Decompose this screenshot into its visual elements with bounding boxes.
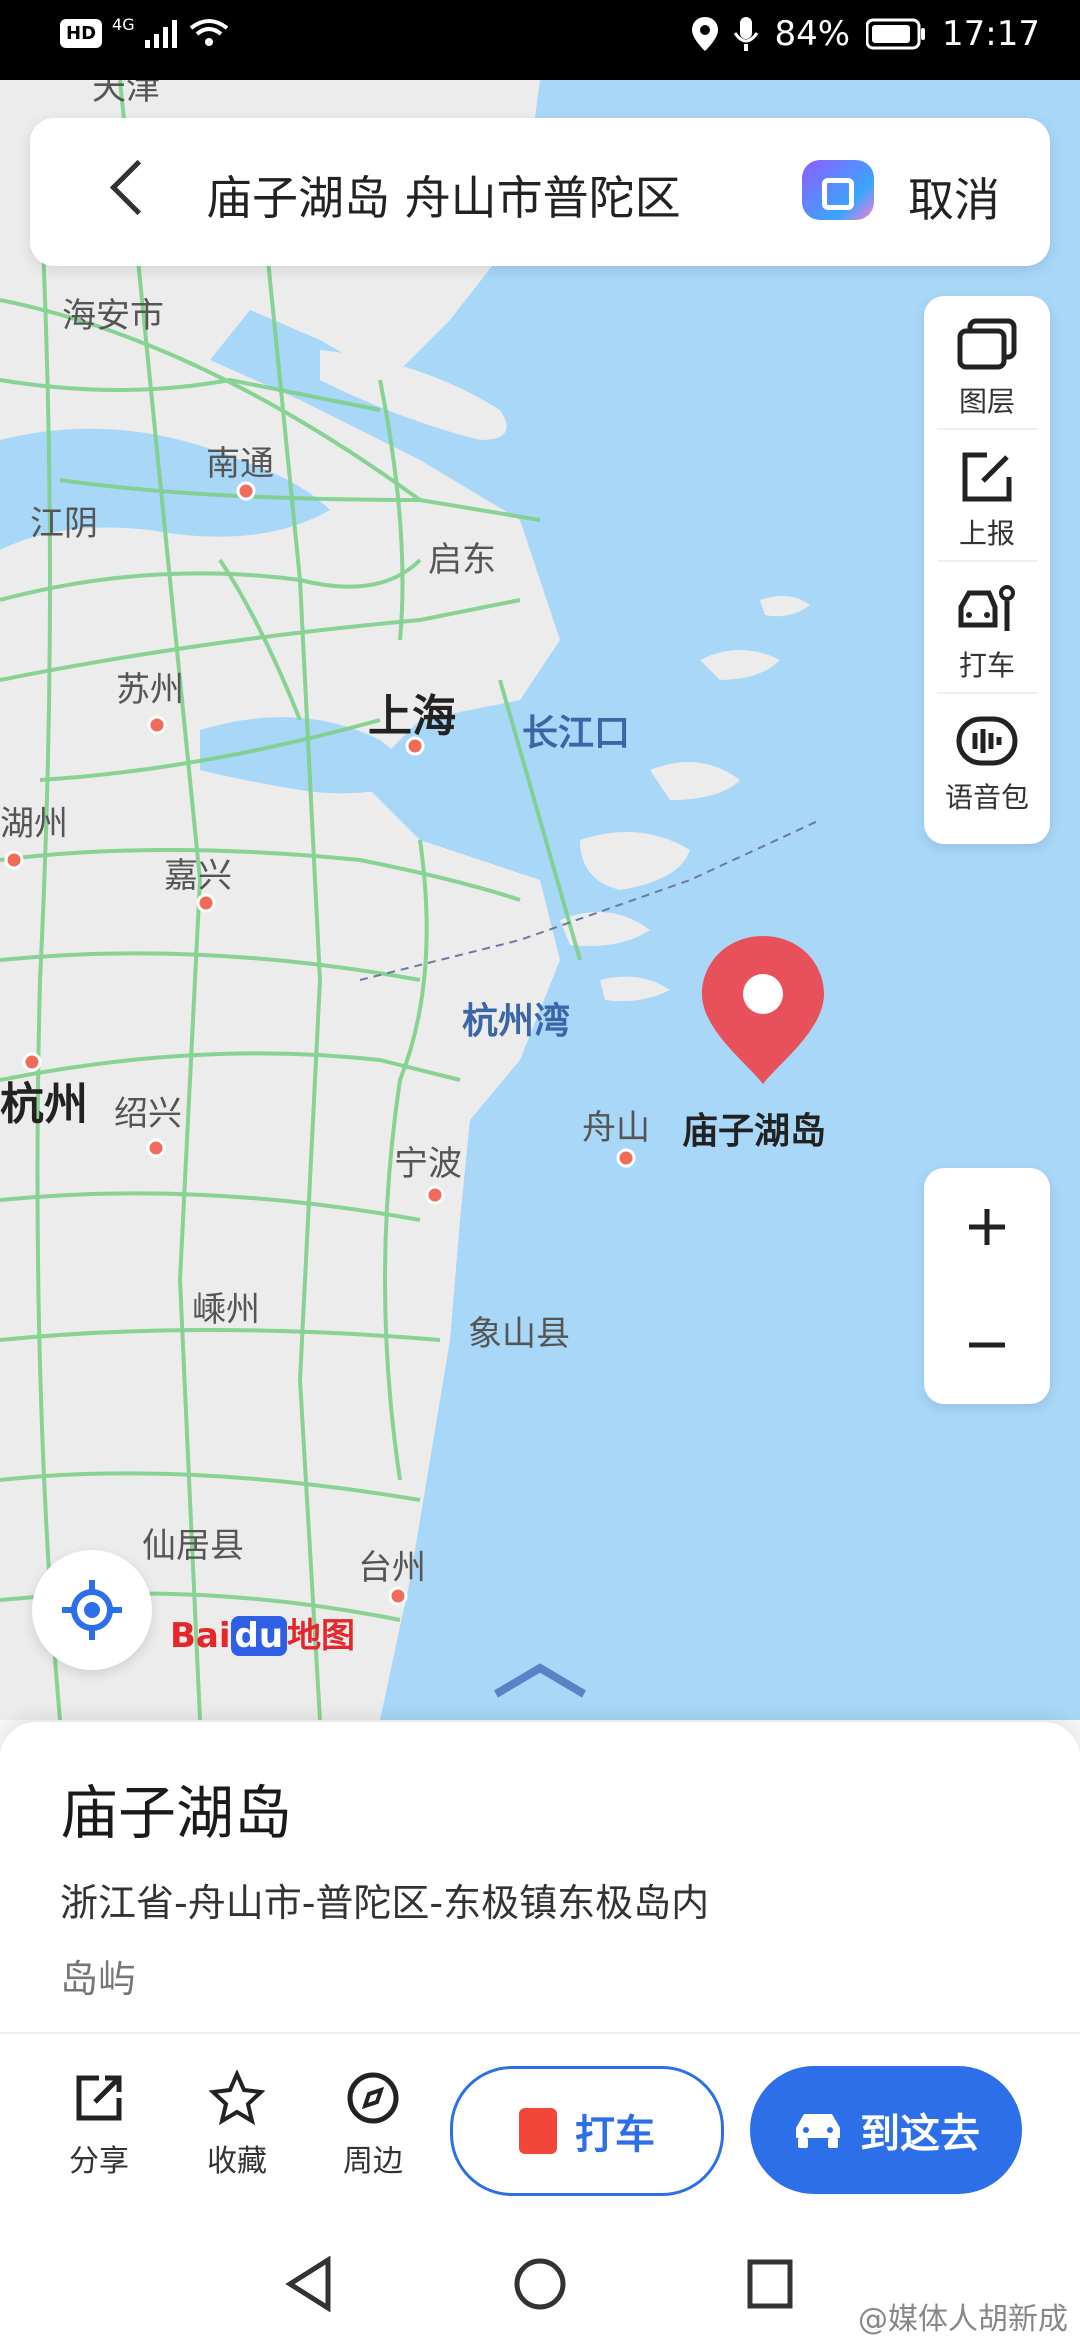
taxi-button-label: 打车 bbox=[575, 2112, 655, 2158]
logo-bai: Bai bbox=[170, 1616, 231, 1656]
place-name: 庙子湖岛 bbox=[60, 1779, 293, 1847]
star-icon bbox=[208, 2069, 266, 2126]
tool-divider bbox=[937, 560, 1037, 562]
car-icon bbox=[796, 2114, 840, 2148]
label-nantong: 南通 bbox=[206, 444, 274, 484]
place-address: 浙江省-舟山市-普陀区-东极镇东极岛内 bbox=[60, 1881, 710, 1925]
search-bar: 庙子湖岛 舟山市普陀区 取消 bbox=[30, 118, 1050, 266]
share-icon bbox=[76, 2075, 122, 2121]
place-detail-sheet[interactable]: 庙子湖岛 浙江省-舟山市-普陀区-东极镇东极岛内 岛屿 bbox=[0, 1722, 1080, 2032]
red-envelope-icon bbox=[519, 2108, 557, 2154]
taxi-tool-button[interactable]: 打车 bbox=[924, 574, 1050, 684]
nearby-label: 周边 bbox=[343, 2144, 403, 2179]
wifi-icon bbox=[189, 19, 228, 46]
crosshair-icon bbox=[62, 1580, 122, 1640]
zoom-controls bbox=[924, 1168, 1050, 1404]
report-label: 上报 bbox=[958, 517, 1015, 550]
plus-icon bbox=[969, 1209, 1005, 1245]
label-changjiangkou: 长江口 bbox=[522, 713, 631, 754]
signal-icon bbox=[144, 20, 177, 48]
map-view[interactable]: 天津 海安市 南通 江阴 启东 苏州 上海 长江口 湖州 嘉兴 杭州湾 杭州 绍… bbox=[0, 68, 1080, 1720]
cancel-button[interactable]: 取消 bbox=[908, 164, 1000, 230]
my-location-button[interactable] bbox=[32, 1550, 152, 1670]
location-pin-icon[interactable] bbox=[698, 932, 828, 1092]
voice-pack-label: 语音包 bbox=[944, 781, 1029, 814]
layers-label: 图层 bbox=[958, 385, 1015, 418]
island-e bbox=[760, 596, 810, 617]
label-taizhou: 台州 bbox=[358, 1548, 426, 1588]
zoom-in-button[interactable] bbox=[924, 1168, 1050, 1286]
zoom-out-button[interactable] bbox=[924, 1286, 1050, 1404]
edit-report-icon bbox=[962, 452, 1012, 502]
voice-pack-button[interactable]: 语音包 bbox=[924, 706, 1050, 816]
favorite-button[interactable]: 收藏 bbox=[182, 2069, 292, 2180]
watermark: @媒体人胡新成 bbox=[858, 2302, 1068, 2337]
logo-ditu: 地图 bbox=[287, 1616, 356, 1656]
logo-du: du bbox=[230, 1616, 288, 1656]
ai-assistant-icon[interactable] bbox=[802, 160, 874, 220]
go-here-button[interactable]: 到这去 bbox=[750, 2066, 1022, 2194]
label-xiangshan: 象山县 bbox=[468, 1314, 570, 1354]
label-qidong: 启东 bbox=[428, 540, 496, 580]
nav-back-icon[interactable] bbox=[284, 2256, 334, 2312]
layers-icon bbox=[957, 318, 1017, 370]
label-haian: 海安市 bbox=[62, 296, 164, 336]
baidu-map-logo: Bai du 地图 bbox=[170, 1608, 355, 1657]
island-d bbox=[600, 976, 670, 1002]
label-shanghai: 上海 bbox=[368, 691, 456, 742]
voice-pack-icon bbox=[956, 716, 1018, 766]
nav-recents-icon[interactable] bbox=[746, 2256, 794, 2312]
label-jiaxing: 嘉兴 bbox=[164, 856, 232, 896]
island-b bbox=[700, 650, 780, 680]
nearby-button[interactable]: 周边 bbox=[318, 2070, 428, 2180]
taxi-tool-label: 打车 bbox=[958, 649, 1015, 682]
label-shengzhou: 嵊州 bbox=[192, 1290, 260, 1330]
label-hangzhouwan: 杭州湾 bbox=[462, 1001, 571, 1042]
network-type: 4G bbox=[112, 14, 135, 34]
clock: 17:17 bbox=[942, 14, 1040, 54]
label-miaozihu: 庙子湖岛 bbox=[682, 1111, 827, 1152]
minus-icon bbox=[969, 1342, 1005, 1348]
microphone-icon bbox=[734, 17, 759, 51]
label-jiangyin: 江阴 bbox=[30, 504, 98, 544]
nav-home-icon[interactable] bbox=[512, 2256, 568, 2312]
status-bar: HD 4G 84% 17:17 bbox=[0, 0, 1080, 80]
tool-divider bbox=[937, 692, 1037, 694]
go-here-label: 到这去 bbox=[860, 2111, 980, 2157]
share-label: 分享 bbox=[69, 2144, 129, 2179]
label-ningbo: 宁波 bbox=[394, 1144, 462, 1184]
taxi-button[interactable]: 打车 bbox=[450, 2066, 724, 2196]
favorite-label: 收藏 bbox=[207, 2144, 267, 2179]
report-button[interactable]: 上报 bbox=[924, 442, 1050, 552]
island-a bbox=[650, 762, 740, 800]
taxi-person-icon bbox=[958, 585, 1015, 631]
share-button[interactable]: 分享 bbox=[44, 2070, 154, 2180]
label-shaoxing: 绍兴 bbox=[114, 1094, 182, 1134]
location-icon bbox=[692, 17, 719, 51]
label-zhoushan: 舟山 bbox=[582, 1108, 650, 1148]
back-icon[interactable] bbox=[109, 159, 166, 216]
map-tools-panel: 图层 上报 打车 语音包 bbox=[924, 296, 1050, 844]
battery-percent: 84% bbox=[774, 14, 851, 54]
layers-button[interactable]: 图层 bbox=[924, 310, 1050, 420]
label-hangzhou: 杭州 bbox=[0, 1079, 88, 1130]
tool-divider bbox=[937, 428, 1037, 430]
chevron-up-icon[interactable] bbox=[490, 1660, 590, 1700]
hd-badge: HD bbox=[60, 18, 103, 48]
label-suzhou: 苏州 bbox=[116, 670, 184, 710]
label-xianju: 仙居县 bbox=[142, 1526, 244, 1566]
zhoushan-island bbox=[580, 832, 690, 890]
place-category: 岛屿 bbox=[60, 1957, 137, 2001]
compass-icon bbox=[347, 2072, 399, 2124]
action-bar: 分享 收藏 周边 打车 到这去 bbox=[0, 2032, 1080, 2234]
label-huzhou: 湖州 bbox=[0, 804, 68, 844]
battery-icon bbox=[866, 18, 926, 50]
search-query[interactable]: 庙子湖岛 舟山市普陀区 bbox=[206, 162, 681, 228]
